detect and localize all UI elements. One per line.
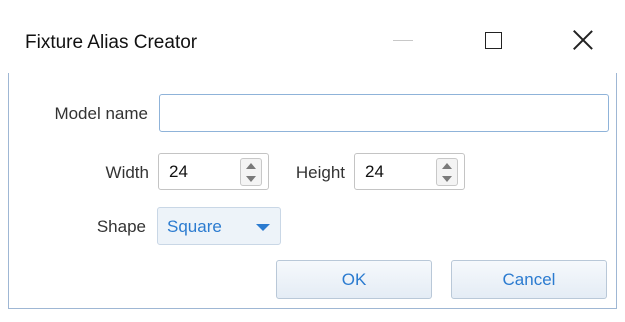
shape-selected-value: Square [167, 217, 222, 236]
height-decrement-button[interactable] [437, 172, 457, 185]
window-title: Fixture Alias Creator [25, 32, 198, 53]
maximize-button[interactable] [470, 20, 516, 60]
maximize-icon [484, 31, 502, 49]
close-icon [572, 29, 594, 51]
cancel-button[interactable]: Cancel [451, 260, 607, 299]
height-stepper[interactable]: 24 [354, 153, 465, 190]
close-button[interactable] [560, 20, 606, 60]
window-border-bottom [8, 308, 617, 309]
chevron-up-icon [246, 162, 256, 169]
minimize-icon [393, 39, 413, 41]
width-label: Width [105, 163, 149, 182]
width-value[interactable]: 24 [169, 162, 188, 182]
shape-dropdown[interactable]: Square [157, 207, 281, 245]
shape-label: Shape [96, 217, 146, 236]
width-decrement-button[interactable] [241, 172, 261, 185]
width-increment-button[interactable] [241, 159, 261, 172]
height-value[interactable]: 24 [365, 162, 384, 182]
chevron-down-icon [246, 175, 256, 182]
window-border-left [8, 73, 9, 309]
model-name-input[interactable] [159, 94, 609, 132]
height-increment-button[interactable] [437, 159, 457, 172]
height-spin-buttons [436, 158, 458, 186]
height-label: Height [295, 163, 345, 182]
window-border-right [616, 73, 617, 309]
minimize-button[interactable] [380, 20, 426, 60]
chevron-up-icon [442, 162, 452, 169]
width-stepper[interactable]: 24 [158, 153, 269, 190]
model-name-label: Model name [54, 104, 148, 123]
chevron-down-icon [442, 175, 452, 182]
width-spin-buttons [240, 158, 262, 186]
chevron-down-icon [256, 224, 270, 231]
ok-button[interactable]: OK [276, 260, 432, 299]
dialog-window: Fixture Alias Creator Model name Width 2… [0, 0, 625, 322]
